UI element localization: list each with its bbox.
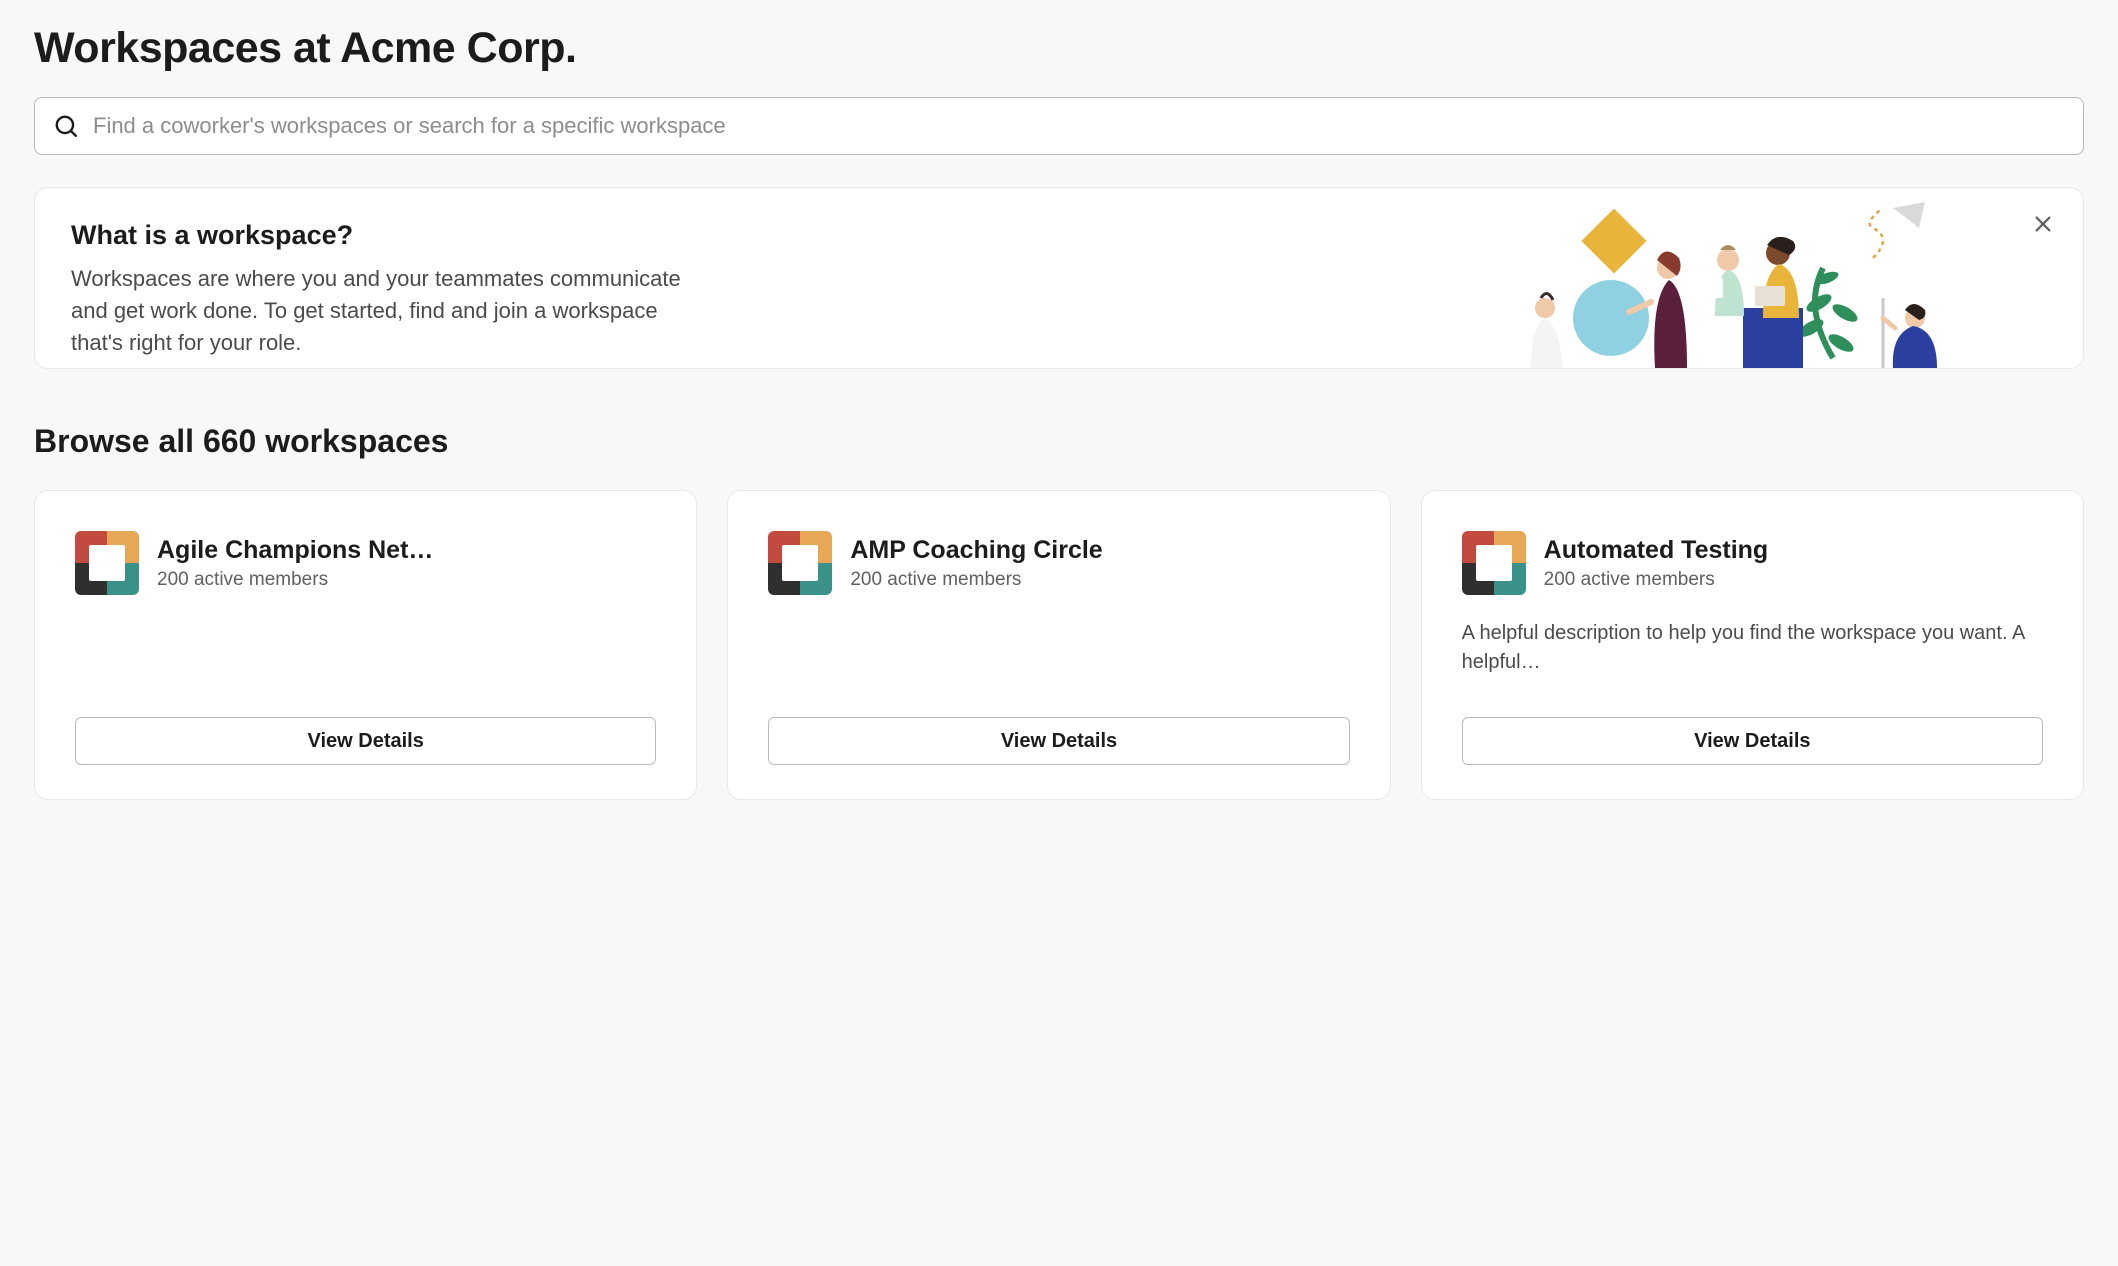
- view-details-button[interactable]: View Details: [1462, 717, 2043, 765]
- browse-heading: Browse all 660 workspaces: [34, 423, 2084, 460]
- close-icon: [2032, 213, 2054, 235]
- workspace-members: 200 active members: [157, 569, 656, 591]
- workspace-icon: [75, 531, 139, 595]
- page-title: Workspaces at Acme Corp.: [34, 24, 2084, 73]
- workspace-icon: [1462, 531, 1526, 595]
- workspace-card: Automated Testing 200 active members A h…: [1421, 490, 2084, 800]
- workspace-members: 200 active members: [850, 569, 1349, 591]
- workspace-name: Automated Testing: [1544, 536, 2043, 565]
- search-bar[interactable]: [34, 97, 2084, 155]
- workspace-card: AMP Coaching Circle 200 active members V…: [727, 490, 1390, 800]
- workspace-name: Agile Champions Net…: [157, 536, 656, 565]
- view-details-button[interactable]: View Details: [75, 717, 656, 765]
- workspace-grid: Agile Champions Net… 200 active members …: [34, 490, 2084, 800]
- close-button[interactable]: [2029, 210, 2057, 238]
- view-details-button[interactable]: View Details: [768, 717, 1349, 765]
- team-collaboration-illustration: [1523, 198, 1953, 368]
- info-card: What is a workspace? Workspaces are wher…: [34, 187, 2084, 369]
- workspace-name: AMP Coaching Circle: [850, 536, 1349, 565]
- workspace-description: A helpful description to help you find t…: [1462, 619, 2043, 677]
- workspace-card: Agile Champions Net… 200 active members …: [34, 490, 697, 800]
- workspace-members: 200 active members: [1544, 569, 2043, 591]
- workspace-icon: [768, 531, 832, 595]
- info-card-title: What is a workspace?: [71, 220, 711, 251]
- search-input[interactable]: [93, 113, 2065, 139]
- search-icon: [53, 113, 79, 139]
- info-card-description: Workspaces are where you and your teamma…: [71, 263, 711, 359]
